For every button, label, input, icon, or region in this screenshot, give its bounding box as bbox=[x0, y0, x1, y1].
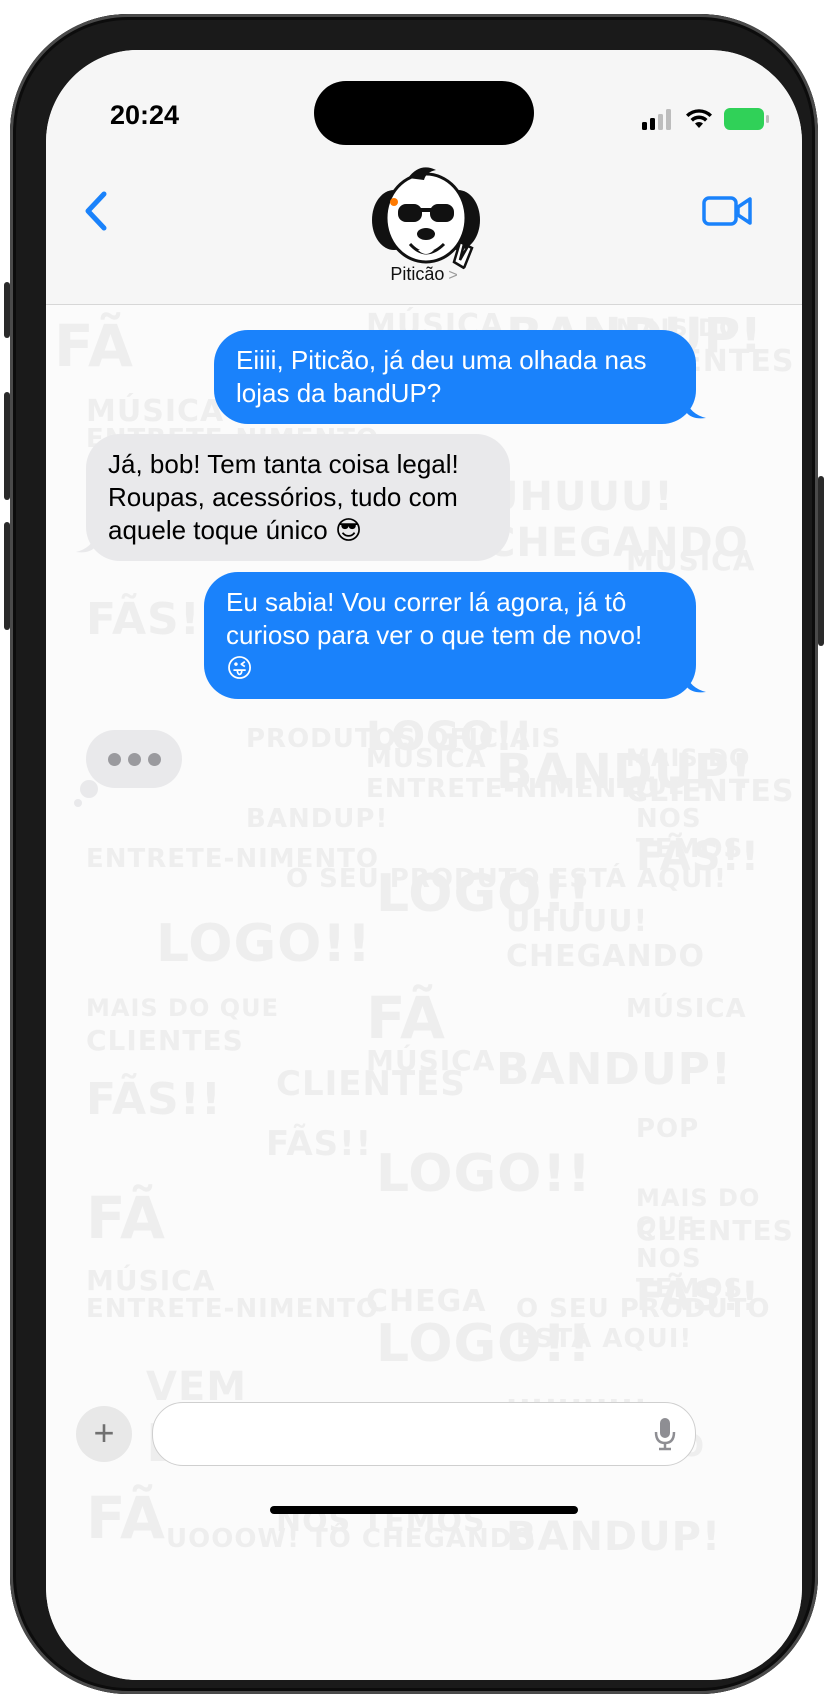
mute-switch bbox=[4, 282, 10, 338]
wallpaper-word: FÃS!! bbox=[86, 1074, 222, 1125]
cellular-signal-icon bbox=[642, 109, 671, 130]
back-chevron-icon[interactable] bbox=[78, 186, 118, 236]
wallpaper-word: MÚSICA bbox=[366, 744, 487, 774]
contact-name-row[interactable]: Piticão > bbox=[46, 264, 802, 285]
wallpaper-word: LOGO!! bbox=[376, 1314, 592, 1374]
microphone-icon[interactable] bbox=[653, 1417, 677, 1451]
wallpaper-word: BANDUP! bbox=[496, 1044, 732, 1095]
typing-dot bbox=[107, 752, 121, 766]
wallpaper-word: ENTRETE-NIMENTO bbox=[86, 1294, 379, 1324]
wallpaper-word: BANDUP! bbox=[506, 1514, 722, 1560]
message-input[interactable] bbox=[152, 1402, 696, 1466]
screen: FÃ MAIS DO QUE CLIENTES BANDUP! MÚSICA M… bbox=[46, 50, 802, 1680]
wallpaper-word: FÃS!! bbox=[86, 594, 222, 645]
wallpaper-word: UHUUU! CHEGANDO bbox=[506, 904, 705, 974]
typing-dot bbox=[127, 752, 141, 766]
wallpaper-word: LOGO!! bbox=[376, 1144, 592, 1204]
wallpaper-word: CLIENTES bbox=[636, 1214, 794, 1247]
incoming-message-bubble[interactable]: Já, bob! Tem tanta coisa legal! Roupas, … bbox=[86, 434, 510, 561]
wallpaper-word: FÃ bbox=[86, 1484, 166, 1552]
wallpaper-word: FÃ bbox=[54, 312, 134, 380]
status-icons bbox=[642, 108, 769, 130]
wallpaper-word: FÃ bbox=[86, 1184, 166, 1252]
wallpaper-word: LOGO!! bbox=[156, 914, 372, 974]
dynamic-island bbox=[314, 81, 534, 145]
typing-tail-dot bbox=[74, 799, 82, 807]
typing-tail-dot bbox=[80, 780, 98, 798]
outgoing-message-bubble[interactable]: Eu sabia! Vou correr lá agora, já tô cur… bbox=[204, 572, 696, 699]
power-button bbox=[818, 476, 824, 646]
wifi-icon bbox=[686, 109, 712, 128]
wallpaper-word: BANDUP! bbox=[246, 804, 389, 834]
wallpaper-word: MAIS DO QUE bbox=[86, 994, 279, 1022]
phone-frame: FÃ MAIS DO QUE CLIENTES BANDUP! MÚSICA M… bbox=[4, 14, 824, 1694]
typing-dot bbox=[147, 752, 161, 766]
wallpaper-word: POP bbox=[636, 1114, 700, 1144]
wallpaper-word: ENTRETE-NIMENTO bbox=[366, 774, 659, 804]
plus-button[interactable]: + bbox=[76, 1406, 132, 1462]
battery-icon bbox=[724, 108, 769, 130]
wallpaper-word: MÚSICA bbox=[626, 994, 747, 1024]
wallpaper-word: FÃS!! bbox=[266, 1124, 373, 1164]
wallpaper-word: FÃ bbox=[366, 984, 446, 1052]
wallpaper-word: MÚSICA bbox=[86, 1264, 216, 1297]
status-time: 20:24 bbox=[110, 100, 180, 130]
typing-indicator bbox=[86, 730, 182, 788]
video-camera-icon[interactable] bbox=[702, 190, 754, 230]
wallpaper-word: UOOOW! TÔ CHEGANDO bbox=[166, 1524, 536, 1554]
wallpaper-word: MÚSICA bbox=[366, 1044, 496, 1077]
contact-name: Piticão bbox=[390, 264, 445, 284]
wallpaper-word: CLIENTES bbox=[86, 1024, 244, 1057]
chevron-right-icon: > bbox=[448, 267, 458, 284]
outgoing-message-bubble[interactable]: Eiiii, Piticão, já deu uma olhada nas lo… bbox=[214, 330, 696, 424]
volume-up-button bbox=[4, 392, 10, 500]
home-indicator[interactable] bbox=[270, 1506, 578, 1514]
conversation-header: 20:24 Piticão > bbox=[46, 50, 802, 305]
volume-down-button bbox=[4, 522, 10, 630]
